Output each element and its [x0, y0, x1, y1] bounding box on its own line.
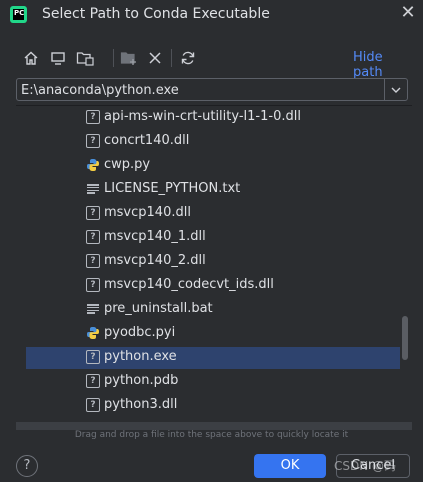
file-row[interactable]: pre_uninstall.bat: [16, 299, 400, 321]
desktop-icon[interactable]: [47, 47, 69, 69]
unknown-file-icon: ?: [86, 398, 100, 412]
file-chooser-toolbar: Hide path: [16, 45, 416, 80]
file-name: api-ms-win-crt-utility-l1-1-0.dll: [104, 109, 301, 124]
chevron-down-icon[interactable]: [384, 79, 407, 100]
file-row[interactable]: ? msvcp140_1.dll: [16, 227, 400, 249]
file-name: msvcp140.dll: [104, 205, 191, 220]
file-row[interactable]: ? msvcp140_codecvt_ids.dll: [16, 275, 400, 297]
text-file-icon: [86, 302, 100, 316]
file-name: python3.dll: [104, 397, 178, 412]
horizontal-scrollbar[interactable]: [16, 422, 412, 430]
file-row[interactable]: ? msvcp140.dll: [16, 203, 400, 225]
file-row[interactable]: cwp.py: [16, 155, 400, 177]
close-icon[interactable]: ✕: [398, 3, 418, 23]
title-bar: PC Select Path to Conda Executable ✕: [0, 0, 423, 30]
file-name: concrt140.dll: [104, 133, 190, 148]
file-name: msvcp140_1.dll: [104, 229, 206, 244]
toolbar-separator: [171, 49, 172, 67]
unknown-file-icon: ?: [86, 134, 100, 148]
path-field[interactable]: [16, 78, 408, 101]
vertical-scrollbar[interactable]: [402, 316, 408, 360]
file-row[interactable]: ? python.exe: [26, 347, 400, 369]
help-button[interactable]: ?: [16, 455, 38, 477]
file-row[interactable]: ? msvcp140_2.dll: [16, 251, 400, 273]
file-name: msvcp140_codecvt_ids.dll: [104, 277, 274, 292]
file-name: python.pdb: [104, 373, 179, 388]
unknown-file-icon: ?: [86, 206, 100, 220]
new-folder-icon[interactable]: [118, 47, 140, 69]
file-row[interactable]: ? concrt140.dll: [16, 131, 400, 153]
drop-hint: Drag and drop a file into the space abov…: [74, 430, 349, 440]
file-name: msvcp140_2.dll: [104, 253, 206, 268]
file-row[interactable]: ? api-ms-win-crt-utility-l1-1-0.dll: [16, 107, 400, 129]
file-row[interactable]: ? python3.dll: [16, 395, 400, 417]
pycharm-logo-icon: PC: [10, 6, 27, 23]
file-name: pyodbc.pyi: [104, 325, 176, 340]
project-folder-icon[interactable]: [74, 47, 96, 69]
unknown-file-icon: ?: [86, 110, 100, 124]
unknown-file-icon: ?: [86, 230, 100, 244]
unknown-file-icon: ?: [86, 374, 100, 388]
unknown-file-icon: ?: [86, 350, 100, 364]
refresh-icon[interactable]: [177, 47, 199, 69]
delete-icon[interactable]: [144, 47, 166, 69]
file-tree[interactable]: ?python311.dll?python3.dll?python.pdb?py…: [16, 105, 412, 430]
ok-button[interactable]: OK: [254, 454, 326, 478]
file-name: pre_uninstall.bat: [104, 301, 213, 316]
file-row[interactable]: ? python.pdb: [16, 371, 400, 393]
path-input[interactable]: [21, 81, 381, 99]
python-file-icon: [86, 326, 100, 340]
file-name: LICENSE_PYTHON.txt: [104, 181, 241, 196]
toolbar-separator: [113, 49, 114, 67]
python-file-icon: [86, 158, 100, 172]
text-file-icon: [86, 182, 100, 196]
file-name: python.exe: [104, 349, 177, 364]
home-icon[interactable]: [20, 47, 42, 69]
file-name: cwp.py: [104, 157, 151, 172]
file-row[interactable]: LICENSE_PYTHON.txt: [16, 179, 400, 201]
file-row[interactable]: pyodbc.pyi: [16, 323, 400, 345]
unknown-file-icon: ?: [86, 254, 100, 268]
hide-path-link[interactable]: Hide path: [353, 50, 416, 80]
dialog-title: Select Path to Conda Executable: [42, 6, 270, 22]
cancel-button[interactable]: Cancel: [336, 454, 410, 478]
unknown-file-icon: ?: [86, 278, 100, 292]
